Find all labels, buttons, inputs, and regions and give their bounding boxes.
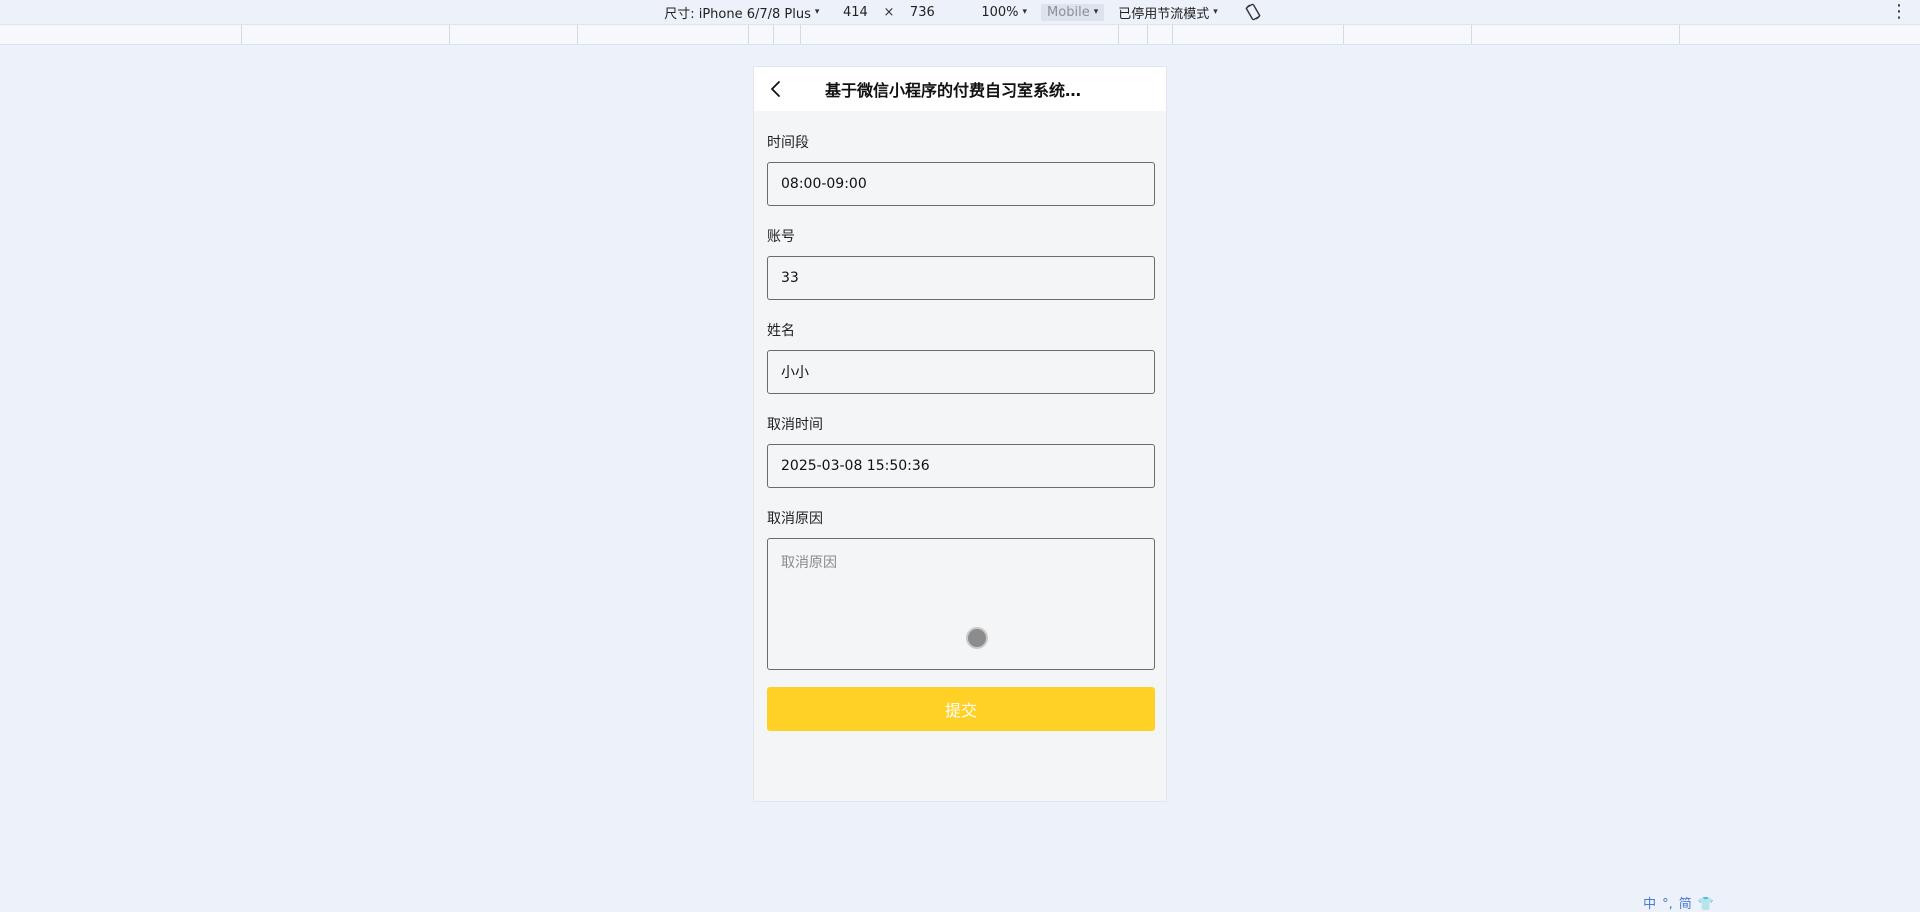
device-type-select[interactable]: Mobile ▾	[1041, 3, 1105, 21]
throttle-select[interactable]: 已停用节流模式 ▾	[1118, 3, 1218, 22]
chevron-down-icon: ▾	[814, 7, 820, 17]
ruler-tick	[1343, 25, 1344, 44]
ruler-tick	[1147, 25, 1148, 44]
device-select[interactable]: 尺寸: iPhone 6/7/8 Plus ▾	[664, 3, 819, 22]
account-field[interactable]	[767, 256, 1155, 300]
height-input[interactable]: 736	[900, 5, 944, 20]
ruler-tick	[577, 25, 578, 44]
nav-bar: 基于微信小程序的付费自习室系统设...	[754, 67, 1166, 111]
name-label: 姓名	[767, 323, 795, 339]
ime-skin-icon[interactable]: 👕	[1698, 898, 1714, 912]
cancel-time-label: 取消时间	[767, 417, 823, 433]
ruler-tick	[773, 25, 774, 44]
dimension-inputs: 414 × 736	[833, 5, 944, 20]
ruler-tick	[1679, 25, 1680, 44]
submit-button[interactable]: 提交	[767, 687, 1155, 731]
media-query-ruler[interactable]	[0, 25, 1920, 45]
account-label: 账号	[767, 229, 795, 245]
cancel-reason-label: 取消原因	[767, 511, 823, 527]
throttle-label: 已停用节流模式	[1118, 6, 1210, 22]
time-slot-label: 时间段	[767, 135, 809, 151]
ime-punct-icon[interactable]: °,	[1662, 898, 1673, 912]
device-label: 尺寸: iPhone 6/7/8 Plus	[664, 6, 811, 22]
ruler-tick	[1471, 25, 1472, 44]
time-slot-field[interactable]	[767, 162, 1155, 206]
device-type-label: Mobile	[1047, 4, 1090, 20]
chevron-down-icon: ▾	[1093, 7, 1099, 17]
ruler-tick	[1172, 25, 1173, 44]
ime-lang-icon[interactable]: 中	[1643, 898, 1656, 912]
cancel-time-field[interactable]	[767, 444, 1155, 488]
ruler-tick	[748, 25, 749, 44]
device-toolbar: 尺寸: iPhone 6/7/8 Plus ▾ 414 × 736 100% ▾…	[0, 0, 1920, 25]
chevron-down-icon: ▾	[1213, 7, 1218, 17]
name-field[interactable]	[767, 350, 1155, 394]
ime-mode-icon[interactable]: 简	[1679, 898, 1692, 912]
zoom-select[interactable]: 100% ▾	[981, 5, 1027, 20]
ruler-tick	[800, 25, 801, 44]
ime-toolbar: 中 °, 简 👕	[1643, 898, 1714, 912]
page-title: 基于微信小程序的付费自习室系统设...	[825, 81, 1095, 100]
touch-cursor-icon	[966, 627, 988, 649]
times-symbol: ×	[883, 4, 895, 20]
chevron-down-icon: ▾	[1022, 7, 1028, 17]
ruler-tick	[449, 25, 450, 44]
width-input[interactable]: 414	[833, 5, 877, 20]
cancel-form: 时间段 账号 姓名 取消时间 取消原因 提交	[754, 132, 1166, 731]
zoom-label: 100%	[981, 4, 1019, 20]
more-options-icon[interactable]: ⋮	[1890, 1, 1908, 23]
back-arrow-icon[interactable]	[764, 77, 788, 101]
ruler-tick	[241, 25, 242, 44]
phone-viewport: 基于微信小程序的付费自习室系统设... 时间段 账号 姓名 取消时间 取消原因 …	[753, 66, 1167, 802]
cancel-reason-textarea[interactable]	[767, 538, 1155, 670]
rotate-icon[interactable]	[1243, 2, 1263, 22]
ruler-tick	[1118, 25, 1119, 44]
